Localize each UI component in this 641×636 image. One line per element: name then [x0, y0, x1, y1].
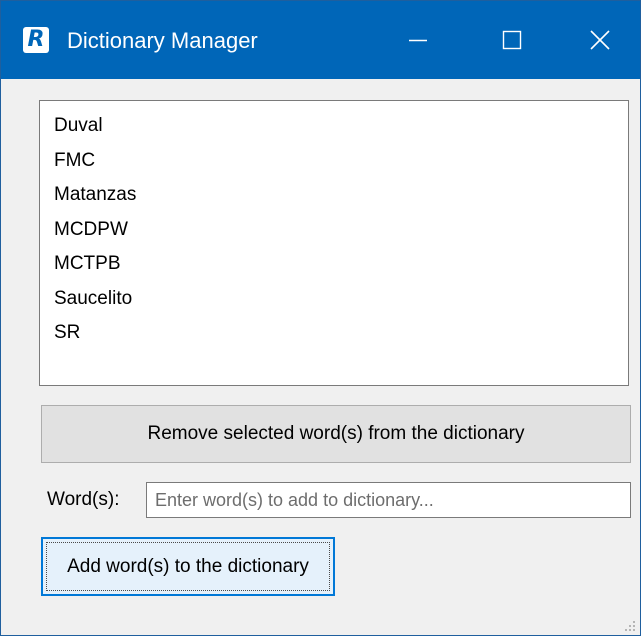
list-item-fmc[interactable]: FMC — [40, 144, 628, 179]
word-input-label: Word(s): — [47, 489, 120, 510]
list-item-saucelito[interactable]: Saucelito — [40, 282, 628, 317]
word-input-field[interactable] — [146, 482, 631, 518]
list-item-sr[interactable]: SR — [40, 316, 628, 351]
list-item-matanzas[interactable]: Matanzas — [40, 178, 628, 213]
window-title: Dictionary Manager — [67, 28, 258, 53]
title-bar[interactable]: R Dictionary Manager — [1, 1, 640, 79]
maximize-button[interactable] — [467, 1, 557, 79]
app-logo-icon: R — [23, 27, 49, 53]
maximize-icon — [502, 30, 522, 50]
minimize-icon — [409, 39, 427, 42]
resize-grip-icon[interactable] — [624, 619, 636, 631]
add-words-button[interactable]: Add word(s) to the dictionary — [41, 537, 335, 596]
remove-words-button[interactable]: Remove selected word(s) from the diction… — [41, 405, 631, 463]
dictionary-manager-window: R Dictionary Manager Duval FMC Matanzas … — [0, 0, 641, 636]
list-item-duval[interactable]: Duval — [40, 109, 628, 144]
close-button[interactable] — [555, 1, 641, 79]
close-icon — [590, 30, 610, 50]
list-item-mctpb[interactable]: MCTPB — [40, 247, 628, 282]
minimize-button[interactable] — [373, 1, 463, 79]
list-item-mcdpw[interactable]: MCDPW — [40, 213, 628, 248]
dictionary-word-list[interactable]: Duval FMC Matanzas MCDPW MCTPB Saucelito… — [39, 100, 629, 386]
